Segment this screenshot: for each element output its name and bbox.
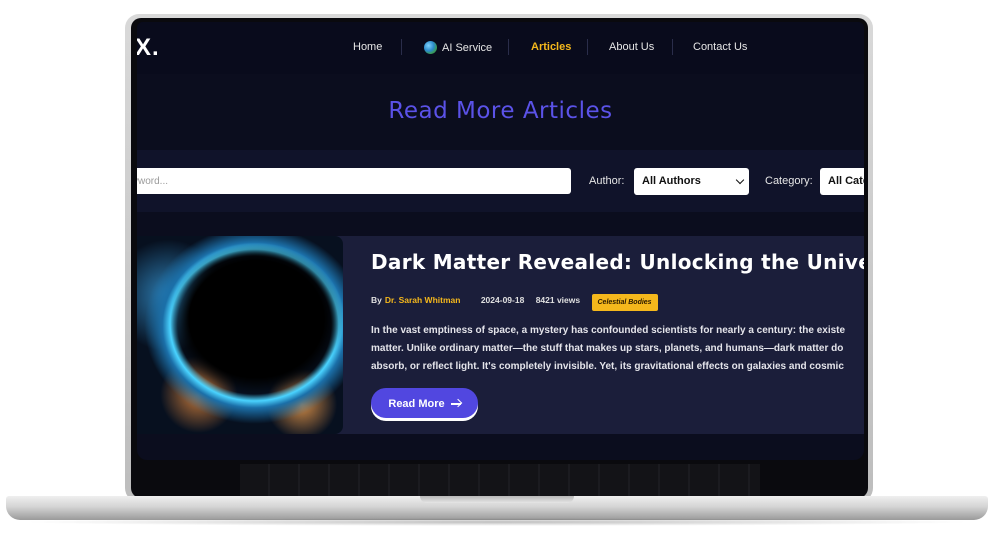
author-select[interactable]: All Authors: [634, 168, 749, 195]
page-title: Read More Articles: [388, 98, 613, 124]
chevron-down-icon: [735, 175, 745, 185]
nav-item-about-us[interactable]: About Us: [609, 41, 654, 53]
nav-item-label: AI Service: [442, 42, 493, 54]
nav-divider: [508, 39, 509, 55]
top-navigation: X. Home AI Service Articles About Us Con…: [137, 22, 864, 74]
nav-divider: [587, 39, 588, 55]
category-filter-label: Category:: [765, 175, 813, 187]
keyboard-reflection: [240, 464, 760, 496]
globe-icon: [424, 41, 437, 54]
article-excerpt: In the vast emptiness of space, a myster…: [371, 322, 864, 376]
excerpt-line: In the vast emptiness of space, a myster…: [371, 325, 846, 336]
excerpt-line: absorb, or reflect light. It's completel…: [371, 361, 844, 372]
author-filter-label: Author:: [589, 175, 625, 187]
arrow-right-icon: [450, 403, 461, 405]
author-select-value: All Authors: [642, 175, 701, 187]
by-label: By: [371, 295, 382, 305]
article-views: 8421 views: [535, 295, 581, 305]
nav-item-home[interactable]: Home: [353, 41, 382, 53]
laptop-shadow: [20, 518, 974, 526]
article-card: Dark Matter Revealed: Unlocking the Univ…: [137, 236, 864, 434]
article-meta: By Dr. Sarah Whitman 2024-09-18 8421 view…: [371, 294, 667, 311]
read-more-label: Read More: [388, 398, 445, 410]
article-title[interactable]: Dark Matter Revealed: Unlocking the Univ…: [371, 250, 864, 274]
nav-divider: [401, 39, 402, 55]
search-input[interactable]: [137, 168, 571, 194]
nav-divider: [672, 39, 673, 55]
category-select[interactable]: All Cate: [820, 168, 864, 195]
nav-item-contact-us[interactable]: Contact Us: [693, 41, 747, 53]
category-badge[interactable]: Celestial Bodies: [591, 294, 658, 311]
website-screen: X. Home AI Service Articles About Us Con…: [137, 22, 864, 460]
article-thumbnail-black-hole[interactable]: [137, 236, 343, 434]
read-more-button[interactable]: Read More: [371, 388, 478, 418]
laptop-notch: [420, 496, 574, 503]
nav-item-articles[interactable]: Articles: [531, 41, 571, 53]
category-select-value: All Cate: [828, 175, 864, 187]
filter-bar: Author: All Authors Category: All Cate: [137, 150, 864, 212]
article-date: 2024-09-18: [480, 295, 525, 305]
excerpt-line: matter. Unlike ordinary matter—the stuff…: [371, 343, 844, 354]
site-logo[interactable]: X.: [137, 34, 160, 62]
article-author[interactable]: Dr. Sarah Whitman: [385, 295, 461, 305]
nav-item-ai-service[interactable]: AI Service: [424, 41, 492, 54]
article-author-line: By Dr. Sarah Whitman: [371, 295, 469, 305]
